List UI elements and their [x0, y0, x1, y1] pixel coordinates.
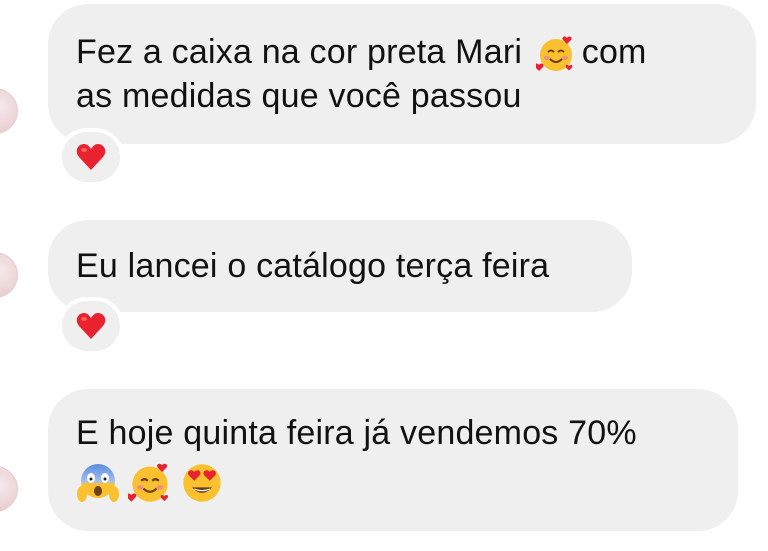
message-bubble-2[interactable]: Eu lancei o catálogo terça feira: [48, 220, 632, 312]
message-text: Fez a caixa na cor preta Mari com as medi…: [76, 33, 647, 116]
message-bubble-3[interactable]: E hoje quinta feira já vendemos 70%: [48, 389, 738, 531]
sender-avatar[interactable]: [0, 88, 18, 134]
message-text: E hoje quinta feira já vendemos 70%: [76, 414, 637, 452]
face-screaming-in-fear-icon: [76, 461, 120, 505]
smiling-face-with-heart-eyes-icon: [180, 461, 224, 505]
message-text: Eu lancei o catálogo terça feira: [76, 247, 550, 285]
sender-avatar[interactable]: [0, 466, 18, 512]
smiling-face-with-hearts-icon: [535, 34, 576, 74]
reaction-badge[interactable]: [58, 128, 124, 186]
red-heart-icon: [76, 312, 106, 340]
sender-avatar[interactable]: [0, 252, 18, 298]
chat-thread: Fez a caixa na cor preta Mari com as medi…: [0, 0, 768, 551]
message-bubble-1[interactable]: Fez a caixa na cor preta Mari com as medi…: [48, 4, 756, 144]
red-heart-icon: [76, 143, 106, 171]
emoji-row: [76, 459, 710, 505]
smiling-face-with-hearts-icon: [128, 461, 172, 505]
reaction-badge[interactable]: [58, 297, 124, 355]
